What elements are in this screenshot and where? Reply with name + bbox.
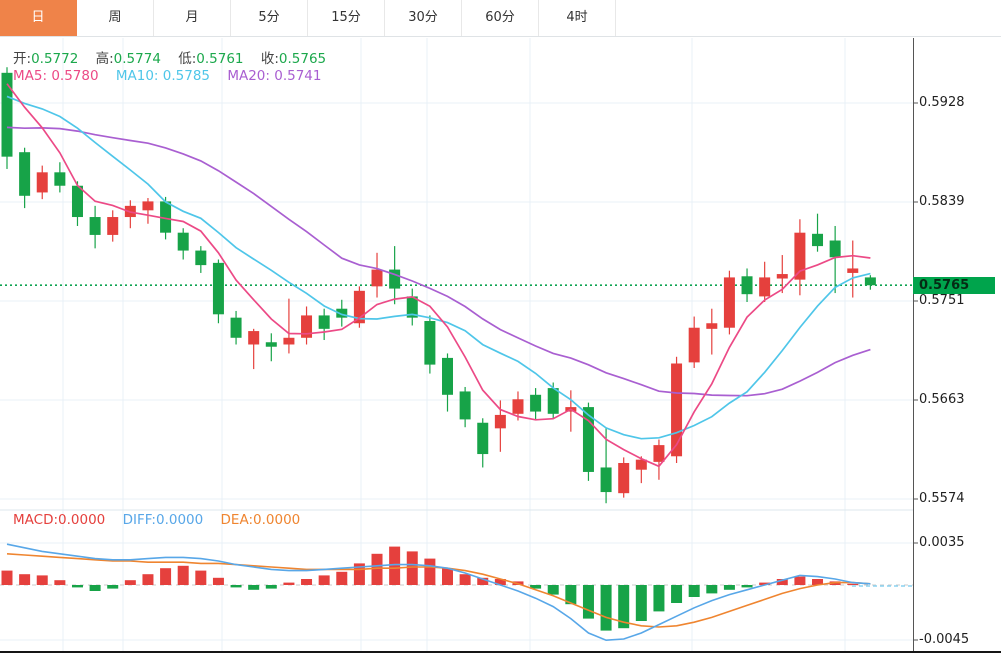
y-axis-label: 0.5663	[919, 392, 965, 407]
trading-chart-app: 日 周 月 5分 15分 30分 60分 4时 开:0.5772 高:0.577…	[0, 0, 1001, 657]
y-axis-label: 0.5928	[919, 95, 965, 110]
macd-value: 0.0000	[58, 512, 106, 528]
timeframe-tabbar: 日 周 月 5分 15分 30分 60分 4时	[0, 0, 1001, 37]
tab-5min[interactable]: 5分	[231, 0, 308, 36]
close-label: 收:	[260, 51, 279, 67]
y-axis-label-macd: 0.0035	[919, 535, 965, 550]
tab-60min[interactable]: 60分	[462, 0, 539, 36]
y-axis-label: 0.5751	[919, 293, 965, 308]
low-label: 低:	[178, 51, 197, 67]
open-value: 0.5772	[31, 51, 79, 67]
last-price-tag: 0.5765	[913, 277, 995, 294]
ma20-label: MA20:	[227, 68, 270, 84]
macd-label: MACD:	[13, 512, 59, 528]
tab-4hour[interactable]: 4时	[539, 0, 616, 36]
tab-week[interactable]: 周	[77, 0, 154, 36]
ma-readout: MA5: 0.5780 MA10: 0.5785 MA20: 0.5741	[13, 68, 321, 84]
tab-30min[interactable]: 30分	[385, 0, 462, 36]
high-label: 高:	[95, 51, 114, 67]
dea-label: DEA:	[220, 512, 254, 528]
ma5-label: MA5:	[13, 68, 48, 84]
ma10-label: MA10:	[115, 68, 159, 84]
tab-15min[interactable]: 15分	[308, 0, 385, 36]
ohlc-readout: 开:0.5772 高:0.5774 低:0.5761 收:0.5765	[13, 47, 326, 67]
open-label: 开:	[13, 51, 32, 67]
high-value: 0.5774	[113, 51, 161, 67]
dea-value: 0.0000	[253, 512, 301, 528]
candlestick-chart-canvas[interactable]	[0, 0, 1001, 657]
low-value: 0.5761	[196, 51, 244, 67]
tab-day[interactable]: 日	[0, 0, 77, 36]
ma5-value: 0.5780	[51, 68, 99, 84]
diff-value: 0.0000	[155, 512, 204, 528]
y-axis-label: 0.5839	[919, 194, 965, 209]
ma10-value: 0.5785	[162, 68, 211, 84]
y-axis-label-macd: -0.0045	[919, 632, 970, 647]
macd-readout: MACD:0.0000 DIFF:0.0000 DEA:0.0000	[13, 512, 300, 528]
ma20-value: 0.5741	[274, 68, 322, 84]
tab-month[interactable]: 月	[154, 0, 231, 36]
diff-label: DIFF:	[122, 512, 156, 528]
close-value: 0.5765	[278, 51, 327, 67]
y-axis-label: 0.5574	[919, 491, 965, 506]
